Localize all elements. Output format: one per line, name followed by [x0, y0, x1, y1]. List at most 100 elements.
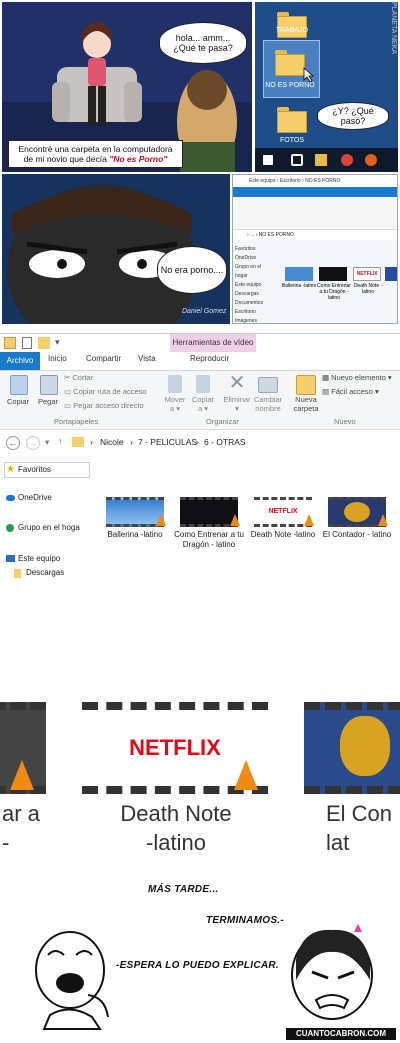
studio-logo: [344, 502, 370, 522]
paste-shortcut-button[interactable]: ▭ Pegar acceso directo: [64, 401, 144, 410]
tab-inicio[interactable]: Inicio: [48, 354, 67, 363]
media-player-icon[interactable]: [365, 154, 377, 166]
delete-icon[interactable]: ✕: [228, 373, 246, 393]
mini-ribbon: [233, 197, 397, 230]
artist-signature: Daniel Gomez: [182, 308, 227, 315]
tab-archivo[interactable]: Archivo: [0, 352, 40, 370]
folder-label-no-es-porno: NO ES PORNO: [265, 82, 315, 89]
copy-to-icon[interactable]: [196, 375, 210, 393]
properties-icon[interactable]: [22, 337, 32, 349]
copy-button[interactable]: Copiar: [2, 397, 34, 406]
easy-access-button[interactable]: ▤ Fácil acceso ▾: [322, 387, 379, 396]
new-folder-button[interactable]: Nueva carpeta: [290, 395, 322, 413]
ribbon-tabs: Archivo Inicio Compartir Vista Reproduci…: [0, 352, 400, 371]
folder-icon: [275, 50, 305, 76]
mini-thumb-netflix[interactable]: NETFLIX: [353, 267, 381, 281]
computer-icon: [6, 555, 15, 562]
zoom-label-death-note: Death Note -latino: [120, 801, 232, 855]
site-watermark: CUANTOCABRON.COM: [286, 1028, 396, 1040]
chevron-down-icon[interactable]: ▾: [55, 337, 60, 348]
ribbon: Copiar Pegar ✂ Cortar ▭ Copiar ruta de a…: [0, 371, 400, 430]
vlc-cone-icon: [10, 760, 34, 790]
file-label-ballerina[interactable]: Ballerina -latino: [100, 530, 170, 540]
back-icon[interactable]: ←: [6, 436, 20, 450]
vlc-cone-icon: [234, 760, 258, 790]
folder-label-trabajo: TRABAJO: [275, 27, 309, 34]
folder-icon: [72, 437, 84, 447]
tab-reproducir[interactable]: Reproducir: [190, 354, 229, 363]
folder-icon: [277, 12, 307, 38]
downloads-icon: [14, 569, 21, 578]
zoom-label-left: ar a -: [2, 801, 40, 855]
new-item-icon: ▦: [322, 373, 332, 382]
copy-to-button[interactable]: Copiar a ▾: [188, 395, 218, 413]
easy-access-icon: ▤: [322, 387, 332, 396]
breadcrumb-otras[interactable]: 6 - OTRAS: [204, 437, 246, 447]
tab-vista[interactable]: Vista: [138, 354, 156, 363]
delete-button[interactable]: Eliminar ▾: [220, 395, 254, 413]
star-icon: ★: [6, 464, 15, 475]
watermark: PLANETA NEKA: [390, 2, 397, 55]
nav-este-equipo[interactable]: Este equipo: [18, 552, 60, 566]
title-bar: ▾ Herramientas de vídeo: [0, 334, 400, 352]
new-folder-icon[interactable]: [38, 337, 50, 349]
panel-1-caption: Encontré una carpeta en la computadora d…: [8, 140, 183, 168]
nav-onedrive[interactable]: OneDrive: [18, 491, 52, 505]
copy-path-label: Copiar ruta de acceso: [73, 387, 147, 396]
paste-shortcut-icon: ▭: [64, 401, 74, 410]
windows-icon[interactable]: [263, 155, 273, 165]
rename-button[interactable]: Cambiar nombre: [252, 395, 284, 413]
breadcrumb-sep-icon: ›: [130, 437, 133, 447]
text-terminamos: TERMINAMOS.-: [206, 915, 285, 926]
breadcrumb-nicole[interactable]: Nicole: [100, 437, 124, 447]
cut-button[interactable]: ✂ Cortar: [64, 373, 93, 382]
file-explorer-icon[interactable]: [315, 154, 327, 166]
nav-grupo-hogar[interactable]: Grupo en el hoga: [18, 521, 80, 535]
easy-access-label: Fácil acceso ▾: [331, 387, 379, 396]
paste-shortcut-label: Pegar acceso directo: [73, 401, 144, 410]
new-item-label: Nuevo elemento ▾: [331, 373, 392, 382]
file-label-death-note[interactable]: Death Note -latino: [248, 530, 318, 540]
group-new: Nuevo: [334, 417, 356, 426]
speech-bubble-boy: ¿Y? ¿Qué pasó?: [317, 102, 389, 130]
file-label-dragon[interactable]: Como Entrenar a tu Dragón - latino: [174, 530, 244, 549]
folder-label-fotos: FOTOS: [280, 137, 304, 144]
zoom-label-right: El Con lat: [326, 801, 393, 855]
copy-path-button[interactable]: ▭ Copiar ruta de acceso: [64, 387, 147, 396]
move-to-button[interactable]: Mover a ▾: [160, 395, 190, 413]
mini-thumb[interactable]: [285, 267, 313, 281]
breadcrumb-sep-icon: ›: [196, 437, 199, 447]
new-folder-icon[interactable]: [296, 375, 316, 395]
taskbar: [255, 148, 398, 172]
up-arrow-icon[interactable]: ↑: [58, 436, 62, 446]
speech-bubble-girl: hola... amm... ¿Qué te pasa?: [159, 22, 247, 64]
tab-compartir[interactable]: Compartir: [86, 354, 121, 363]
move-to-icon[interactable]: [168, 375, 182, 393]
chrome-icon[interactable]: [341, 154, 353, 166]
navigation-pane: ★ Favoritos OneDrive Grupo en el hoga Es…: [0, 462, 95, 589]
paste-icon[interactable]: [40, 375, 58, 395]
paste-button[interactable]: Pegar: [32, 397, 64, 406]
forward-icon[interactable]: →: [26, 436, 40, 450]
studio-logo: [340, 716, 390, 776]
cloud-icon: [6, 495, 15, 501]
mini-thumb[interactable]: [385, 267, 397, 281]
caption-highlight: "No es Porno": [109, 154, 168, 165]
recent-chevron-icon[interactable]: ▾: [45, 437, 49, 448]
nav-favoritos[interactable]: Favoritos: [18, 463, 51, 477]
comic-panel-3: No era porno.... Daniel Gomez: [2, 174, 230, 324]
file-label-el-contador[interactable]: El Contador - latino: [322, 530, 392, 540]
comic-panel-4: Este equipo › Escritorio › NO ES PORNO ›…: [232, 174, 398, 324]
address-row: ← → ▾ ↑ › Nicole › 7 - PELICULAS › 6 - O…: [0, 434, 400, 454]
mouse-cursor-icon: [303, 67, 315, 83]
new-item-button[interactable]: ▦ Nuevo elemento ▾: [322, 373, 392, 382]
mini-nav-pane: Favoritos OneDrive Grupo en el hogar Este e…: [235, 246, 264, 324]
mini-ribbon-tabs: [233, 187, 397, 197]
rename-icon[interactable]: [258, 377, 278, 393]
breadcrumb-peliculas[interactable]: 7 - PELICULAS: [138, 437, 197, 447]
task-view-icon[interactable]: [291, 154, 303, 166]
mini-thumb[interactable]: [319, 267, 347, 281]
copy-icon[interactable]: [10, 375, 28, 395]
folder-icon: [277, 107, 307, 133]
nav-descargas[interactable]: Descargas: [26, 566, 64, 580]
